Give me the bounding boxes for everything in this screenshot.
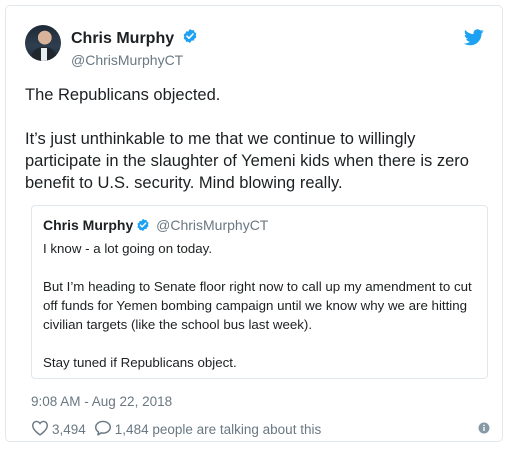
quoted-paragraph: But I’m heading to Senate floor right no… — [43, 279, 472, 332]
verified-badge-icon — [182, 28, 198, 49]
author-block[interactable]: Chris Murphy @ChrisMurphyCT — [71, 28, 198, 68]
author-name[interactable]: Chris Murphy — [71, 30, 174, 48]
tweet-actions: 3,494 1,484 people are talking about thi… — [31, 420, 329, 439]
quoted-author-handle: @ChrisMurphyCT — [156, 217, 269, 233]
heart-icon[interactable] — [31, 420, 52, 439]
info-icon[interactable] — [478, 421, 490, 439]
tweet-header: Chris Murphy @ChrisMurphyCT — [25, 25, 486, 71]
tweet-paragraph: The Republicans objected. — [25, 86, 221, 104]
tweet-card: Chris Murphy @ChrisMurphyCT The Republic… — [5, 5, 503, 442]
verified-badge-icon — [136, 218, 150, 235]
tweet-timestamp[interactable]: 9:08 AM - Aug 22, 2018 — [31, 394, 172, 409]
avatar[interactable] — [25, 25, 61, 61]
author-handle[interactable]: @ChrisMurphyCT — [71, 52, 198, 68]
conversation-action[interactable]: 1,484 people are talking about this — [94, 420, 321, 439]
quoted-author-name: Chris Murphy — [43, 217, 134, 233]
speech-bubble-icon[interactable] — [94, 420, 115, 439]
like-action[interactable]: 3,494 — [31, 420, 86, 439]
tweet-paragraph: It’s just unthinkable to me that we cont… — [25, 130, 469, 192]
quoted-paragraph: I know - a lot going on today. — [43, 241, 213, 256]
twitter-bird-icon[interactable] — [463, 29, 484, 51]
quoted-tweet[interactable]: Chris Murphy @ChrisMurphyCT I know - a l… — [31, 205, 488, 379]
quoted-tweet-text: I know - a lot going on today. But I’m h… — [43, 239, 483, 372]
avatar-shirt — [41, 48, 47, 61]
like-count[interactable]: 3,494 — [52, 422, 86, 437]
quoted-tweet-header: Chris Murphy @ChrisMurphyCT — [43, 217, 268, 235]
tweet-text: The Republicans objected. It’s just unth… — [25, 84, 495, 194]
quoted-paragraph: Stay tuned if Republicans object. — [43, 355, 237, 370]
talking-count[interactable]: 1,484 people are talking about this — [115, 422, 321, 437]
